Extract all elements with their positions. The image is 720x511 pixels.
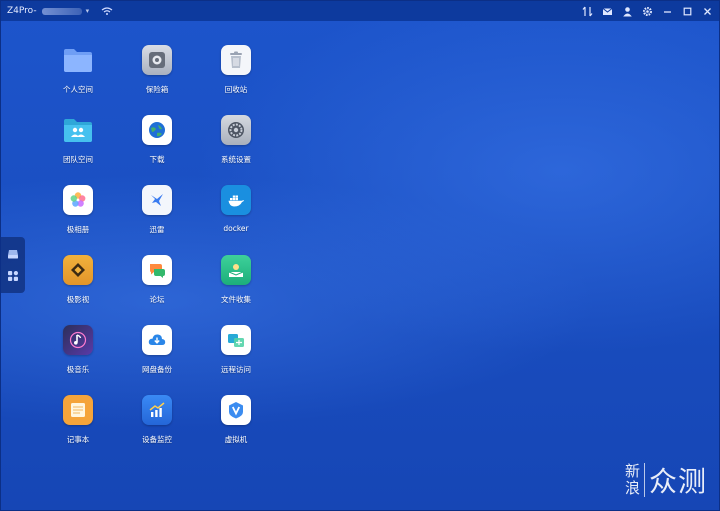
app-label: 保险箱 [145, 85, 169, 94]
video-icon [63, 255, 93, 285]
device-selector[interactable]: Z4Pro- ▾ [1, 6, 113, 16]
app-label: 论坛 [149, 295, 165, 304]
app-label: 回收站 [224, 85, 248, 94]
user-icon[interactable] [622, 6, 633, 17]
app-label: 团队空间 [63, 155, 93, 164]
watermark-divider [644, 463, 646, 497]
app-label: 虚拟机 [224, 435, 248, 444]
app-cloud-backup[interactable]: 网盘备份 [117, 325, 197, 389]
app-docker[interactable]: docker [196, 185, 276, 249]
app-team-space[interactable]: 团队空间 [38, 115, 118, 179]
close-icon[interactable] [702, 6, 713, 17]
app-file-collect[interactable]: 文件收集 [196, 255, 276, 319]
app-label: 个人空间 [63, 85, 93, 94]
file-collect-icon [221, 255, 251, 285]
app-thunder[interactable]: 迅雷 [117, 185, 197, 249]
app-label: 系统设置 [221, 155, 251, 164]
app-label: 极音乐 [66, 365, 90, 374]
thunder-icon [142, 185, 172, 215]
app-notepad[interactable]: 记事本 [38, 395, 118, 459]
side-dock [1, 237, 25, 293]
app-label: 下载 [149, 155, 165, 164]
app-video[interactable]: 极影视 [38, 255, 118, 319]
app-label: 网盘备份 [142, 365, 172, 374]
app-remote-access[interactable]: 远程访问 [196, 325, 276, 389]
chevron-down-icon[interactable]: ▾ [86, 7, 90, 15]
app-label: 极影视 [66, 295, 90, 304]
device-name-redacted [41, 7, 82, 15]
music-icon [63, 325, 93, 355]
desktop-window: Z4Pro- ▾ 个人空间 保险箱 回收站 团队空间 下载 系统设置 极相册 迅… [0, 0, 720, 511]
watermark-text: 众测 [649, 465, 708, 498]
app-music[interactable]: 极音乐 [38, 325, 118, 389]
app-label: 设备监控 [142, 435, 172, 444]
transfer-icon[interactable] [582, 6, 593, 17]
minimize-icon[interactable] [662, 6, 673, 17]
app-label: 文件收集 [221, 295, 251, 304]
app-virtual-machine[interactable]: 虚拟机 [196, 395, 276, 459]
app-label: 迅雷 [149, 225, 165, 234]
maximize-icon[interactable] [682, 6, 693, 17]
photos-icon [63, 185, 93, 215]
forum-icon [142, 255, 172, 285]
app-system-settings[interactable]: 系统设置 [196, 115, 276, 179]
remote-access-icon [221, 325, 251, 355]
device-monitor-icon [142, 395, 172, 425]
app-personal-space[interactable]: 个人空间 [38, 45, 118, 109]
app-label: 远程访问 [221, 365, 251, 374]
docker-icon [221, 185, 251, 215]
device-name: Z4Pro- [7, 6, 37, 16]
storage-icon[interactable] [7, 245, 19, 264]
app-safe[interactable]: 保险箱 [117, 45, 197, 109]
system-settings-icon [221, 115, 251, 145]
mail-icon[interactable] [602, 6, 613, 17]
download-globe-icon [142, 115, 172, 145]
app-label: 记事本 [66, 435, 90, 444]
personal-folder-icon [63, 45, 93, 75]
app-download[interactable]: 下载 [117, 115, 197, 179]
settings-icon[interactable] [642, 6, 653, 17]
cloud-backup-icon [142, 325, 172, 355]
title-bar: Z4Pro- ▾ [1, 1, 719, 21]
app-forum[interactable]: 论坛 [117, 255, 197, 319]
app-device-monitor[interactable]: 设备监控 [117, 395, 197, 459]
team-folder-icon [63, 115, 93, 145]
app-label: 极相册 [66, 225, 90, 234]
app-recycle-bin[interactable]: 回收站 [196, 45, 276, 109]
app-label: docker [223, 224, 249, 233]
wifi-icon [101, 6, 113, 16]
app-photos[interactable]: 极相册 [38, 185, 118, 249]
recycle-bin-icon [221, 45, 251, 75]
watermark-char: 浪 [625, 479, 641, 497]
watermark-char: 新 [625, 462, 641, 480]
notepad-icon [63, 395, 93, 425]
safe-icon [142, 45, 172, 75]
apps-grid-icon[interactable] [7, 267, 19, 286]
watermark-logo: 新 浪 众测 [625, 458, 711, 502]
virtual-machine-icon [221, 395, 251, 425]
